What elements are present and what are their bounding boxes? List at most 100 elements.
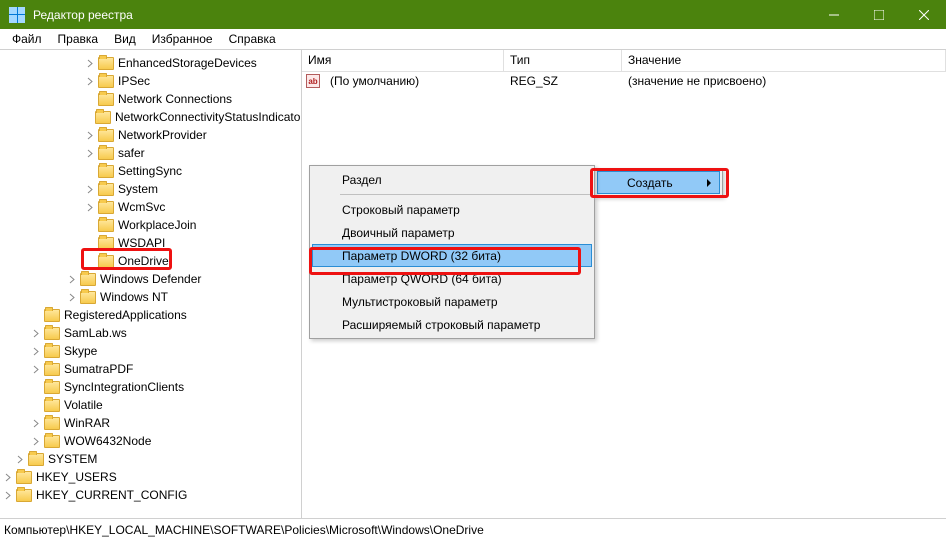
folder-icon: [44, 435, 60, 448]
chevron-right-icon[interactable]: [2, 471, 14, 483]
chevron-right-icon[interactable]: [2, 489, 14, 501]
close-button[interactable]: [901, 0, 946, 29]
tree-label: SyncIntegrationClients: [64, 380, 184, 394]
expander-none: [84, 165, 96, 177]
tree-item-skype[interactable]: Skype: [0, 342, 301, 360]
folder-icon: [98, 201, 114, 214]
tree-item-registeredapplications[interactable]: RegisteredApplications: [0, 306, 301, 324]
chevron-right-icon[interactable]: [84, 183, 96, 195]
expander-none: [30, 381, 42, 393]
col-name[interactable]: Имя: [302, 50, 504, 71]
tree-item-network-connections[interactable]: Network Connections: [0, 90, 301, 108]
tree-item-networkconnectivitystatusindicator[interactable]: NetworkConnectivityStatusIndicator: [0, 108, 301, 126]
col-type[interactable]: Тип: [504, 50, 622, 71]
cell-name: (По умолчанию): [324, 74, 504, 88]
chevron-right-icon[interactable]: [84, 75, 96, 87]
menu-file[interactable]: Файл: [4, 30, 50, 48]
menu-edit[interactable]: Правка: [50, 30, 107, 48]
tree-pane[interactable]: EnhancedStorageDevices IPSec Network Conne…: [0, 50, 302, 518]
chevron-right-icon[interactable]: [84, 201, 96, 213]
tree-item-syncintegrationclients[interactable]: SyncIntegrationClients: [0, 378, 301, 396]
tree-label: WSDAPI: [118, 236, 165, 250]
folder-icon: [98, 219, 114, 232]
tree-item-system[interactable]: SYSTEM: [0, 450, 301, 468]
tree-item-windows-nt[interactable]: Windows NT: [0, 288, 301, 306]
tree-item-hkey-users[interactable]: HKEY_USERS: [0, 468, 301, 486]
tree-item-windows-defender[interactable]: Windows Defender: [0, 270, 301, 288]
tree-item-winrar[interactable]: WinRAR: [0, 414, 301, 432]
folder-icon: [80, 291, 96, 304]
tree-label: WcmSvc: [118, 200, 165, 214]
ctx-qword[interactable]: Параметр QWORD (64 бита): [312, 267, 592, 290]
folder-icon: [44, 399, 60, 412]
folder-icon: [44, 363, 60, 376]
list-row[interactable]: ab (По умолчанию) REG_SZ (значение не пр…: [302, 72, 946, 90]
tree-item-sumatrapdf[interactable]: SumatraPDF: [0, 360, 301, 378]
tree-item-volatile[interactable]: Volatile: [0, 396, 301, 414]
ctx-dword[interactable]: Параметр DWORD (32 бита): [312, 244, 592, 267]
menu-help[interactable]: Справка: [221, 30, 284, 48]
folder-icon: [98, 165, 114, 178]
tree-label: NetworkProvider: [118, 128, 207, 142]
tree-item-wow6432node[interactable]: WOW6432Node: [0, 432, 301, 450]
context-menu-new: Раздел Строковый параметр Двоичный парам…: [309, 165, 595, 339]
ctx-create[interactable]: Создать: [597, 171, 720, 194]
tree-item-samlab-ws[interactable]: SamLab.ws: [0, 324, 301, 342]
tree-item-workplacejoin[interactable]: WorkplaceJoin: [0, 216, 301, 234]
tree-item-enhancedstoragedevices[interactable]: EnhancedStorageDevices: [0, 54, 301, 72]
ctx-section[interactable]: Раздел: [312, 168, 592, 191]
folder-icon: [16, 489, 32, 502]
tree-item-safer[interactable]: safer: [0, 144, 301, 162]
chevron-right-icon[interactable]: [66, 291, 78, 303]
col-value[interactable]: Значение: [622, 50, 946, 71]
tree-item-wcmsvc[interactable]: WcmSvc: [0, 198, 301, 216]
tree-label: HKEY_USERS: [36, 470, 117, 484]
folder-icon: [98, 147, 114, 160]
expander-none: [84, 111, 93, 123]
ctx-binary[interactable]: Двоичный параметр: [312, 221, 592, 244]
tree-item-onedrive[interactable]: OneDrive: [0, 252, 301, 270]
statusbar: Компьютер\HKEY_LOCAL_MACHINE\SOFTWARE\Po…: [0, 518, 946, 540]
chevron-right-icon[interactable]: [66, 273, 78, 285]
chevron-right-icon[interactable]: [30, 435, 42, 447]
tree-item-system[interactable]: System: [0, 180, 301, 198]
string-value-icon: ab: [306, 74, 320, 88]
tree-label: IPSec: [118, 74, 150, 88]
ctx-string[interactable]: Строковый параметр: [312, 198, 592, 221]
tree-label: Network Connections: [118, 92, 232, 106]
tree-item-settingsync[interactable]: SettingSync: [0, 162, 301, 180]
ctx-multistring[interactable]: Мультистроковый параметр: [312, 290, 592, 313]
ctx-separator: [340, 194, 590, 195]
tree-label: Volatile: [64, 398, 103, 412]
tree-item-networkprovider[interactable]: NetworkProvider: [0, 126, 301, 144]
chevron-right-icon[interactable]: [84, 57, 96, 69]
tree-label: OneDrive: [118, 254, 169, 268]
folder-icon: [98, 93, 114, 106]
minimize-button[interactable]: [811, 0, 856, 29]
folder-icon: [44, 327, 60, 340]
tree-label: HKEY_CURRENT_CONFIG: [36, 488, 187, 502]
chevron-right-icon[interactable]: [30, 417, 42, 429]
chevron-right-icon[interactable]: [14, 453, 26, 465]
chevron-right-icon[interactable]: [30, 363, 42, 375]
menu-favorites[interactable]: Избранное: [144, 30, 221, 48]
tree-label: Skype: [64, 344, 97, 358]
ctx-expandstring[interactable]: Расширяемый строковый параметр: [312, 313, 592, 336]
folder-icon: [44, 381, 60, 394]
chevron-right-icon[interactable]: [84, 147, 96, 159]
chevron-right-icon[interactable]: [30, 327, 42, 339]
folder-icon: [98, 75, 114, 88]
chevron-right-icon[interactable]: [30, 345, 42, 357]
folder-icon: [16, 471, 32, 484]
app-icon: [9, 7, 25, 23]
expander-none: [84, 219, 96, 231]
maximize-button[interactable]: [856, 0, 901, 29]
menu-view[interactable]: Вид: [106, 30, 144, 48]
tree-item-hkey-current-config[interactable]: HKEY_CURRENT_CONFIG: [0, 486, 301, 504]
tree-item-wsdapi[interactable]: WSDAPI: [0, 234, 301, 252]
chevron-right-icon[interactable]: [84, 129, 96, 141]
tree-item-ipsec[interactable]: IPSec: [0, 72, 301, 90]
tree-label: WorkplaceJoin: [118, 218, 196, 232]
expander-none: [84, 255, 96, 267]
folder-icon: [98, 237, 114, 250]
